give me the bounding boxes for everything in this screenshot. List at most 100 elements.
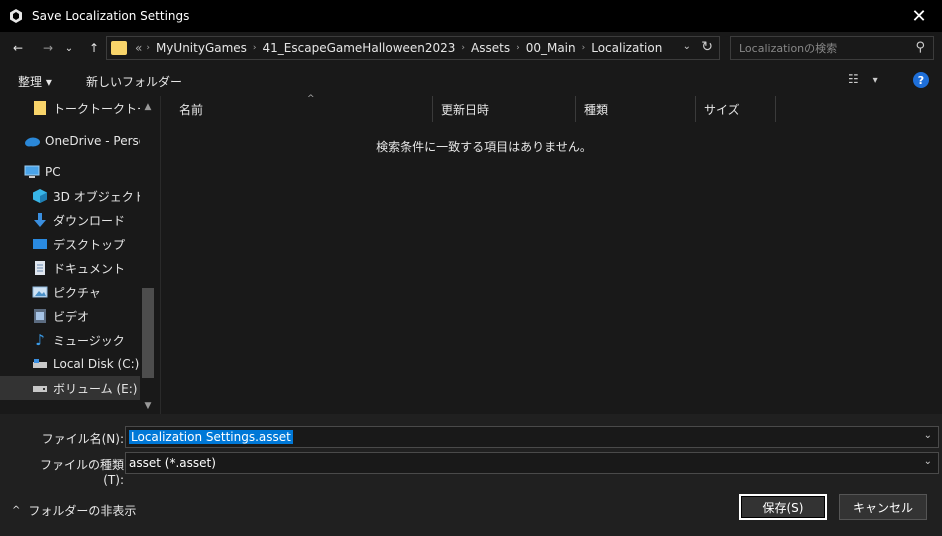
sidebar-item-label: OneDrive - Persor (45, 134, 140, 148)
cancel-button[interactable]: キャンセル (839, 494, 927, 520)
title-bar: Save Localization Settings ✕ (0, 0, 942, 32)
back-button[interactable]: ← (8, 38, 28, 58)
filename-field[interactable]: Localization Settings.asset ⌄ (125, 426, 939, 448)
window-title: Save Localization Settings (32, 9, 190, 23)
chevron-down-icon[interactable]: ⌄ (924, 456, 932, 467)
onedrive-icon (24, 133, 40, 149)
unity-icon (8, 8, 24, 24)
forward-arrow-icon: → (42, 41, 54, 55)
column-header-label: サイズ (704, 102, 740, 117)
breadcrumb-overflow[interactable]: « (131, 41, 146, 55)
sidebar-item-volume-e[interactable]: ボリューム (E:) (0, 376, 140, 400)
sidebar-item-local-disk-c[interactable]: Local Disk (C:) (0, 352, 140, 376)
navigation-bar: ← → ⌄ ↑ « › MyUnityGames › 41_EscapeGame… (0, 32, 942, 64)
sidebar-item-label: ダウンロード (53, 213, 126, 228)
sidebar-item-videos[interactable]: ビデオ (0, 304, 140, 328)
filetype-select[interactable]: asset (*.asset) ⌄ (125, 452, 939, 474)
new-folder-button[interactable]: 新しいフォルダー (86, 73, 182, 90)
breadcrumb-item[interactable]: Localization (585, 41, 668, 55)
breadcrumb-item[interactable]: 41_EscapeGameHalloween2023 (257, 41, 462, 55)
filename-value[interactable]: Localization Settings.asset (129, 430, 293, 444)
organize-menu[interactable]: 整理 ▾ (18, 73, 52, 90)
up-button[interactable]: ↑ (84, 38, 104, 58)
filename-label: ファイル名(N): (41, 432, 124, 446)
3d-objects-icon (32, 188, 48, 204)
drive-icon (32, 356, 48, 372)
sidebar-item-music[interactable]: ♪ ミュージック (0, 328, 140, 352)
sidebar-item-pc[interactable]: PC (0, 160, 140, 184)
breadcrumb-item[interactable]: Assets (465, 41, 516, 55)
save-form: ファイル名(N): Localization Settings.asset ⌄ … (0, 414, 942, 536)
back-arrow-icon: ← (12, 41, 24, 55)
column-header-label: 名前 (179, 102, 204, 117)
chevron-down-icon[interactable]: ⌄ (924, 430, 932, 441)
sidebar-item-onedrive[interactable]: OneDrive - Persor (0, 129, 140, 153)
up-arrow-icon: ↑ (88, 41, 100, 55)
sidebar-item-label: ピクチャ (53, 285, 101, 300)
forward-button[interactable]: → (38, 38, 58, 58)
command-bar: 整理 ▾ 新しいフォルダー ☷ ▾ ? (0, 64, 942, 96)
videos-icon (32, 308, 48, 324)
sidebar-item-label: Local Disk (C:) (53, 357, 140, 371)
sidebar-item-label: ビデオ (53, 309, 90, 324)
search-icon[interactable]: ⚲ (915, 40, 925, 55)
sidebar-item-label: PC (45, 165, 61, 179)
search-box[interactable]: ⚲ (730, 36, 934, 60)
hide-folders-toggle[interactable]: ^ フォルダーの非表示 (12, 502, 136, 519)
sidebar-item-label: ボリューム (E:) (53, 381, 138, 396)
column-header-name[interactable]: 名前 ^ (171, 94, 433, 122)
breadcrumb-item[interactable]: MyUnityGames (150, 41, 253, 55)
sidebar-item-3d-objects[interactable]: 3D オブジェクト (0, 184, 140, 208)
sidebar-scrollbar-thumb[interactable] (142, 288, 154, 378)
chevron-up-icon: ^ (12, 505, 21, 516)
hide-folders-label: フォルダーの非表示 (28, 504, 137, 518)
sidebar-item-documents[interactable]: ドキュメント (0, 256, 140, 280)
sort-ascending-icon: ^ (307, 94, 315, 104)
column-header-date[interactable]: 更新日時 (433, 96, 576, 122)
sidebar-item-label: ミュージック (53, 333, 125, 348)
scroll-up-icon[interactable]: ▲ (141, 100, 155, 114)
documents-icon (32, 260, 48, 276)
column-header-label: 種類 (584, 102, 609, 117)
sidebar-item-label: トークトークトーク (53, 101, 140, 116)
search-input[interactable] (739, 41, 899, 55)
column-header-type[interactable]: 種類 (576, 96, 696, 122)
column-header-label: 更新日時 (441, 102, 490, 117)
view-options-button[interactable]: ☷ ▾ (848, 72, 878, 86)
close-button[interactable]: ✕ (896, 0, 942, 32)
folder-icon (32, 100, 48, 116)
sidebar-item-label: ドキュメント (53, 261, 126, 276)
pictures-icon (32, 284, 48, 300)
sidebar-item-label: 3D オブジェクト (53, 189, 140, 204)
column-header-size[interactable]: サイズ (696, 96, 776, 122)
music-icon: ♪ (35, 331, 45, 349)
save-button[interactable]: 保存(S) (739, 494, 827, 520)
desktop-icon (32, 236, 48, 252)
address-bar[interactable]: « › MyUnityGames › 41_EscapeGameHallowee… (106, 36, 720, 60)
scroll-down-icon[interactable]: ▼ (141, 399, 155, 413)
sidebar-item-downloads[interactable]: ダウンロード (0, 208, 140, 232)
breadcrumb: « › MyUnityGames › 41_EscapeGameHallowee… (131, 41, 668, 55)
close-icon: ✕ (911, 5, 927, 27)
file-list: 名前 ^ 更新日時 種類 サイズ 検索条件に一致する項目はありません。 (160, 94, 942, 414)
filetype-label: ファイルの種類(T): (39, 458, 124, 487)
recent-locations-button[interactable]: ⌄ (62, 38, 76, 58)
empty-message: 検索条件に一致する項目はありません。 (376, 140, 592, 154)
folder-icon (111, 41, 127, 55)
sidebar-item-label: デスクトップ (53, 237, 126, 252)
drive-icon (32, 380, 48, 396)
sidebar-item-pictures[interactable]: ピクチャ (0, 280, 140, 304)
breadcrumb-item[interactable]: 00_Main (520, 41, 582, 55)
sidebar-item-desktop[interactable]: デスクトップ (0, 232, 140, 256)
navigation-pane: トークトークトーク OneDrive - Persor PC 3D オブジェクト… (0, 96, 157, 414)
sidebar-item-talktalk[interactable]: トークトークトーク (0, 96, 140, 120)
download-icon (32, 212, 48, 228)
pc-icon (24, 164, 40, 180)
chevron-down-icon: ▾ (872, 75, 878, 86)
help-button[interactable]: ? (913, 72, 929, 88)
chevron-down-icon: ⌄ (64, 42, 74, 54)
address-dropdown-icon[interactable]: ⌄ (683, 41, 691, 52)
filetype-value: asset (*.asset) (129, 456, 216, 470)
view-list-icon: ☷ (848, 72, 859, 86)
refresh-icon[interactable]: ↻ (701, 39, 713, 55)
